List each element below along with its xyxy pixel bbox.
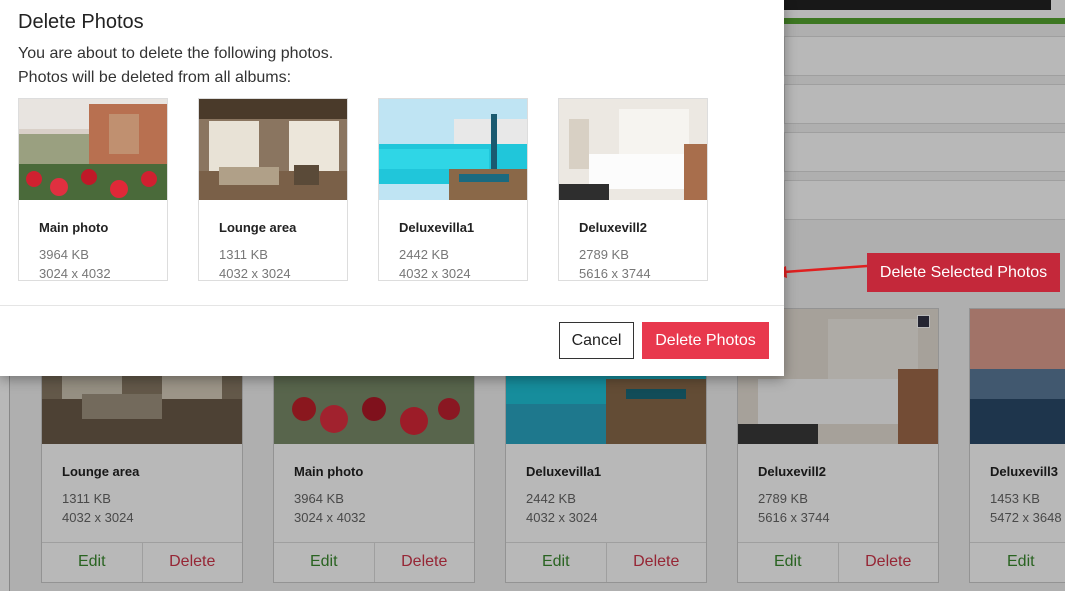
photo-dims: 4032 x 3024 <box>219 266 291 281</box>
photo-dims: 3024 x 4032 <box>39 266 111 281</box>
photo-item-deluxevill2: Deluxevill2 2789 KB 5616 x 3744 <box>558 98 708 281</box>
photo-dims: 5616 x 3744 <box>579 266 651 281</box>
dialog-message: Photos will be deleted from all albums: <box>18 69 292 86</box>
delete-photos-dialog: Delete Photos You are about to delete th… <box>0 0 784 376</box>
photo-size: 2442 KB <box>399 247 449 262</box>
photo-name: Main photo <box>39 220 109 235</box>
cancel-button[interactable]: Cancel <box>559 322 634 359</box>
photo-thumbnail <box>559 99 707 200</box>
photo-thumbnail <box>199 99 347 200</box>
dialog-divider <box>0 305 784 306</box>
photo-size: 2789 KB <box>579 247 629 262</box>
photo-size: 3964 KB <box>39 247 89 262</box>
photo-item-deluxevilla1: Deluxevilla1 2442 KB 4032 x 3024 <box>378 98 528 281</box>
photo-name: Deluxevill2 <box>579 220 647 235</box>
photo-item-lounge-area: Lounge area 1311 KB 4032 x 3024 <box>198 98 348 281</box>
photo-thumbnail <box>379 99 527 200</box>
photo-thumbnail <box>19 99 167 200</box>
dialog-title: Delete Photos <box>18 11 144 33</box>
delete-selected-photos-button[interactable]: Delete Selected Photos <box>867 253 1060 292</box>
photo-name: Lounge area <box>219 220 297 235</box>
photo-size: 1311 KB <box>219 247 268 262</box>
delete-photos-button[interactable]: Delete Photos <box>642 322 769 359</box>
annotation-arrow-icon <box>772 264 868 278</box>
photo-dims: 4032 x 3024 <box>399 266 471 281</box>
dialog-message: You are about to delete the following ph… <box>18 45 334 62</box>
photo-name: Deluxevilla1 <box>399 220 475 235</box>
photo-item-main-photo: Main photo 3964 KB 3024 x 4032 <box>18 98 168 281</box>
